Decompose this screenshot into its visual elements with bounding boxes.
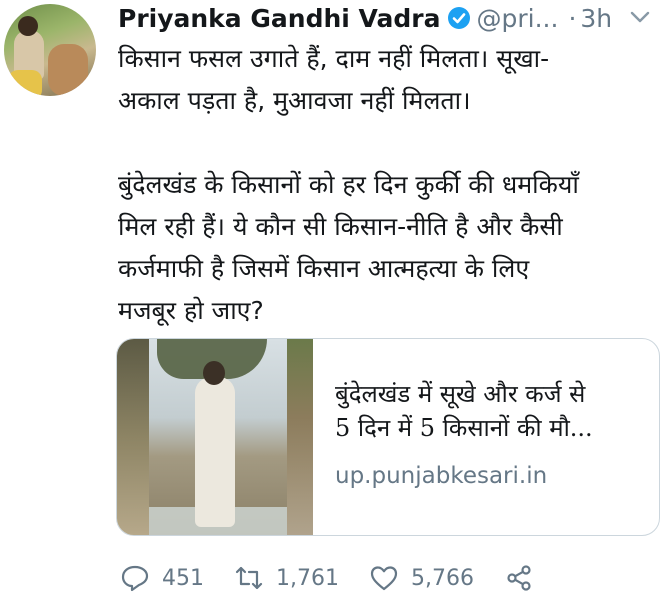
author-handle[interactable]: @pri... [477,4,559,33]
share-icon [507,565,531,591]
link-preview-title: बुंदेलखंड में सूखे और कर्ज से 5 दिन में … [335,377,653,445]
link-title-line: बुंदेलखंड में सूखे और कर्ज से [335,380,586,408]
link-preview-domain: up.punjabkesari.in [335,463,548,489]
avatar-figure [48,44,88,96]
reply-button[interactable]: 451 [120,564,204,592]
profile-avatar[interactable] [4,4,96,96]
tweet-actions: 451 1,761 5,766 [120,562,564,594]
reply-icon [121,565,149,592]
tweet-timestamp[interactable]: 3h [580,4,612,33]
link-preview-card[interactable]: बुंदेलखंड में सूखे और कर्ज से 5 दिन में … [116,338,660,536]
verified-badge-icon [447,7,470,29]
retweet-icon [235,566,263,590]
avatar-figure [8,70,42,96]
like-count: 5,766 [410,565,474,591]
retweet-button[interactable]: 1,761 [234,564,339,592]
chevron-down-icon[interactable] [628,8,652,28]
tweet-body: किसान फसल उगाते हैं, दाम नहीं मिलता। सूख… [118,44,579,325]
link-preview-image [117,339,313,535]
like-icon [370,566,398,591]
tweet-header: Priyanka Gandhi Vadra @pri... · 3h [118,0,662,36]
retweet-count: 1,761 [276,565,339,591]
share-button[interactable] [504,564,534,592]
reply-count: 451 [162,565,204,591]
avatar-figure [18,16,38,36]
link-title-line: 5 दिन में 5 किसानों की मौ... [335,414,593,442]
like-button[interactable]: 5,766 [369,564,474,592]
header-separator: · [568,3,577,33]
author-name[interactable]: Priyanka Gandhi Vadra [118,4,441,33]
